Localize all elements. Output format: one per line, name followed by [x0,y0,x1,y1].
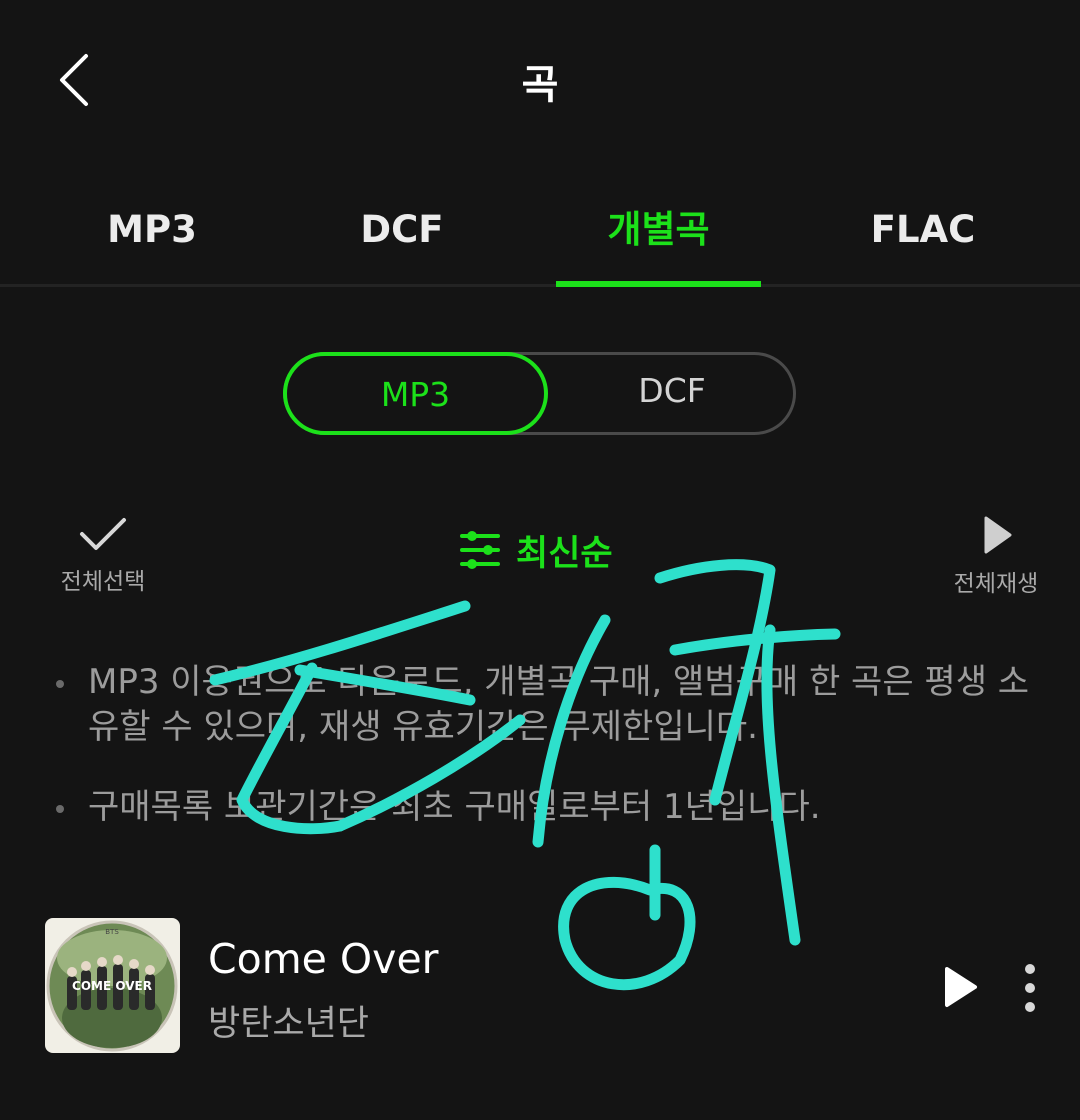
select-all-button[interactable]: 전체선택 [40,514,166,604]
check-icon [80,518,126,550]
sort-button[interactable]: 최신순 [458,522,613,578]
album-art-title-text: COME OVER [72,979,152,993]
play-all-label: 전체재생 [953,571,1039,597]
notice-item: 구매목록 보관기간은 최초 구매일로부터 1년입니다. [52,785,1032,830]
more-vertical-icon [1025,964,1035,1012]
active-tab-indicator [556,281,761,287]
header: 곡 [0,0,1080,150]
select-all-label: 전체선택 [60,569,146,595]
sort-label: 최신순 [516,533,613,574]
segment-dcf-button[interactable]: DCF [548,352,796,435]
track-artist[interactable]: 방탄소년단 [208,995,369,1046]
tab-flac[interactable]: FLAC [823,200,1023,260]
sliders-icon [460,531,500,569]
track-play-button[interactable] [935,959,985,1015]
list-toolbar: 전체선택 최신순 전체재생 [0,500,1080,610]
tab-mp3[interactable]: MP3 [52,200,252,260]
notice-list: MP3 이용권으로 다운로드, 개별곡 구매, 앨범구매 한 곡은 평생 소유할… [52,660,1032,830]
main-tabs: MP3 DCF 개별곡 FLAC [0,170,1080,287]
notice-text: MP3 이용권으로 다운로드, 개별곡 구매, 앨범구매 한 곡은 평생 소유할… [88,662,1030,747]
track-more-button[interactable] [1012,959,1048,1015]
track-title[interactable]: Come Over [208,935,439,983]
bullet-icon [56,805,64,813]
format-toggle: MP3 DCF [283,352,796,435]
play-icon [945,967,977,1007]
track-row[interactable]: BTS COME OVER Come Over 방탄소년단 [0,915,1080,1055]
notice-item: MP3 이용권으로 다운로드, 개별곡 구매, 앨범구매 한 곡은 평생 소유할… [52,660,1032,750]
play-all-button[interactable]: 전체재생 [940,514,1052,604]
page: 곡 MP3 DCF 개별곡 FLAC MP3 DCF 전체선택 최신순 전체재생… [0,0,1080,1120]
bullet-icon [56,680,64,688]
play-icon [984,516,1012,554]
album-art[interactable]: BTS COME OVER [45,918,180,1053]
album-art-top-text: BTS [105,928,119,936]
notice-text: 구매목록 보관기간은 최초 구매일로부터 1년입니다. [88,787,821,827]
segment-mp3-button[interactable]: MP3 [283,352,548,435]
tab-dcf[interactable]: DCF [302,200,502,260]
tab-individual-songs[interactable]: 개별곡 [556,200,761,260]
page-title: 곡 [521,62,559,108]
